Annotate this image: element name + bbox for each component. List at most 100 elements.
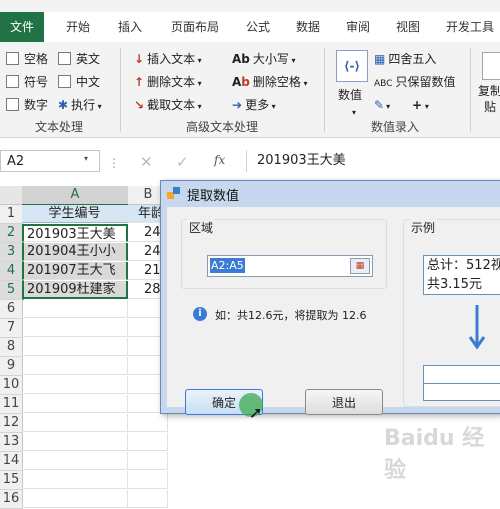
row-header[interactable]: 11 <box>0 395 23 414</box>
tab-file[interactable]: 文件 <box>0 12 44 42</box>
group-separator <box>470 48 471 132</box>
table-cell[interactable] <box>22 414 128 432</box>
header-cell[interactable]: 学生编号 <box>22 205 128 223</box>
row-header[interactable]: 4 <box>0 262 24 281</box>
row-header[interactable]: 8 <box>0 338 23 357</box>
insert-function-icon[interactable]: fx <box>214 153 225 167</box>
chevron-down-icon: ▾ <box>422 102 429 111</box>
table-cell[interactable] <box>128 414 168 432</box>
table-cell[interactable] <box>22 338 128 356</box>
exit-button[interactable]: 退出 <box>305 389 383 415</box>
table-cell[interactable] <box>128 452 168 470</box>
ribbon: 空格 英文 符号 中文 数字 ✱ 执行 ▾ 文本处理 ↓ 插入文本 ▾ Ab 大小写 … <box>0 42 500 138</box>
table-cell[interactable] <box>22 319 128 337</box>
button-label: 四舍五入 <box>388 52 437 66</box>
copy-paste-label-2[interactable]: 贴 <box>484 98 496 116</box>
chevron-down-icon: ▾ <box>300 79 308 88</box>
chevron-down-icon[interactable]: ▾ <box>84 154 88 163</box>
delete-space-button[interactable]: Ab 删除空格 ▾ <box>232 73 307 91</box>
table-cell[interactable] <box>22 433 128 451</box>
button-label: 删除文本 <box>147 75 196 89</box>
tab-insert[interactable]: 插入 <box>108 12 152 42</box>
extract-text-button[interactable]: ↘ 截取文本 ▾ <box>134 96 202 114</box>
row-header[interactable]: 12 <box>0 414 23 433</box>
checkbox-space[interactable]: 空格 <box>6 50 48 68</box>
chevron-down-icon: ▾ <box>269 102 276 111</box>
row-header[interactable]: 2 <box>0 224 24 243</box>
execute-button[interactable]: ✱ 执行 ▾ <box>58 96 102 114</box>
copy-paste-icon[interactable] <box>482 52 500 80</box>
chevron-down-icon: ▾ <box>195 102 202 111</box>
table-cell[interactable]: 201909杜建家 <box>22 281 128 299</box>
example-line-2: 共3.15元 <box>427 277 482 292</box>
row-header[interactable]: 7 <box>0 319 23 338</box>
tab-home[interactable]: 开始 <box>56 12 100 42</box>
checkbox-symbol[interactable]: 符号 <box>6 73 48 91</box>
more-dots-icon: ⋮ <box>108 156 120 170</box>
numeric-button[interactable]: 数值 <box>338 86 362 104</box>
region-label: 区域 <box>187 219 216 236</box>
table-cell[interactable]: 201904王小小 <box>22 243 128 261</box>
checkbox-label: 中文 <box>76 75 101 89</box>
more-button[interactable]: ➔ 更多 ▾ <box>232 96 276 114</box>
formula-bar: A2 ▾ ⋮ ✕ ✓ fx 201903王大美 <box>0 140 500 180</box>
table-cell[interactable] <box>128 471 168 489</box>
row-header[interactable]: 5 <box>0 281 24 300</box>
checkbox-chinese[interactable]: 中文 <box>58 73 100 91</box>
checkbox-number[interactable]: 数字 <box>6 96 48 114</box>
formula-input[interactable]: 201903王大美 <box>246 150 500 172</box>
case-button[interactable]: Ab 大小写 ▾ <box>232 50 295 68</box>
group-separator <box>120 48 121 132</box>
keep-numeric-button[interactable]: ABC 只保留数值 <box>374 73 455 91</box>
table-cell[interactable] <box>22 490 128 508</box>
extract-text-icon: ↘ <box>134 98 145 112</box>
table-cell[interactable] <box>22 452 128 470</box>
table-cell[interactable] <box>22 376 128 394</box>
tab-data[interactable]: 数据 <box>286 12 330 42</box>
tab-formulas[interactable]: 公式 <box>236 12 280 42</box>
table-cell[interactable] <box>22 471 128 489</box>
check-icon[interactable]: ✓ <box>176 153 189 171</box>
row-header[interactable]: 13 <box>0 433 23 452</box>
insert-text-button[interactable]: ↓ 插入文本 ▾ <box>134 50 202 68</box>
example-label: 示例 <box>409 219 438 236</box>
round-button[interactable]: ▦ 四舍五入 <box>374 50 436 68</box>
tab-view[interactable]: 视图 <box>386 12 430 42</box>
row-header[interactable]: 3 <box>0 243 24 262</box>
tab-developer[interactable]: 开发工具 <box>440 12 500 42</box>
checkbox-icon <box>6 98 19 111</box>
dialog-app-icon <box>167 186 181 200</box>
dialog-title: 提取数值 <box>187 189 240 204</box>
example-source-box: 总计：512视 共3.15元 <box>423 255 500 295</box>
chevron-down-icon: ▾ <box>288 56 296 65</box>
cancel-icon[interactable]: ✕ <box>140 153 153 171</box>
tab-review[interactable]: 审阅 <box>336 12 380 42</box>
row-header[interactable]: 14 <box>0 452 23 471</box>
numeric-icon[interactable]: ⟨-⟩ <box>336 50 368 82</box>
edit-button[interactable]: ✎ ▾ <box>374 96 390 114</box>
checkbox-english[interactable]: 英文 <box>58 50 100 68</box>
range-picker-icon[interactable]: ▦ <box>350 258 370 274</box>
row-header[interactable]: 9 <box>0 357 23 376</box>
tab-page-layout[interactable]: 页面布局 <box>160 12 230 42</box>
select-all-corner[interactable] <box>0 186 23 205</box>
table-cell[interactable] <box>128 433 168 451</box>
row-header[interactable]: 6 <box>0 300 23 319</box>
row-header[interactable]: 15 <box>0 471 23 490</box>
table-cell[interactable]: 201903王大美 <box>22 224 128 242</box>
example-line-1: 总计：512视 <box>427 258 500 273</box>
table-cell[interactable] <box>22 357 128 375</box>
row-header[interactable]: 1 <box>0 205 23 224</box>
row-header[interactable]: 10 <box>0 376 23 395</box>
table-cell[interactable] <box>128 490 168 508</box>
button-label: 只保留数值 <box>395 75 456 89</box>
table-cell[interactable] <box>22 395 128 413</box>
button-label: 更多 <box>245 98 270 112</box>
plus-icon: + <box>412 98 423 112</box>
table-cell[interactable]: 201907王大飞 <box>22 262 128 280</box>
delete-text-button[interactable]: ↑ 删除文本 ▾ <box>134 73 202 91</box>
plus-button[interactable]: + ▾ <box>412 96 429 114</box>
region-input[interactable]: A2:A5 ▦ <box>207 255 373 277</box>
table-cell[interactable] <box>22 300 128 318</box>
column-header-a[interactable]: A <box>22 186 129 206</box>
